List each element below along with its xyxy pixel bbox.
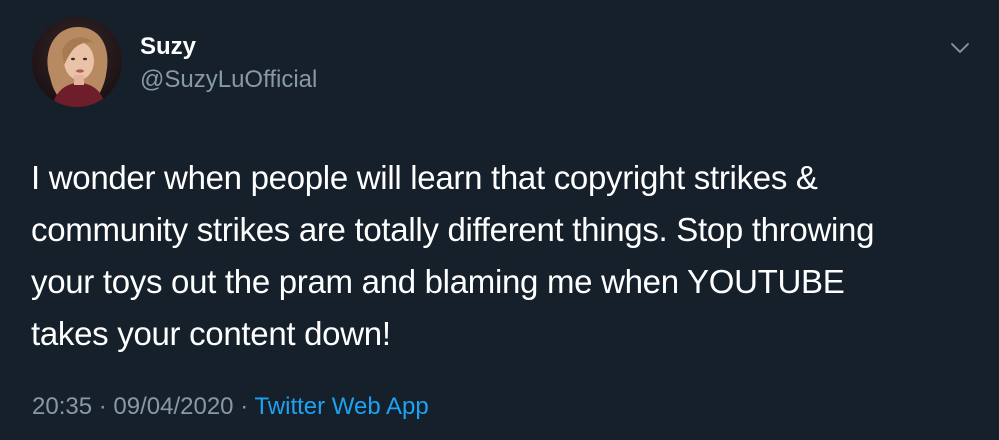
tweet-source-link[interactable]: Twitter Web App (254, 393, 428, 420)
chevron-down-icon (951, 43, 969, 53)
avatar-photo-icon (32, 17, 122, 107)
tweet-options-button[interactable] (948, 36, 972, 60)
tweet-card: Suzy @SuzyLuOfficial I wonder when peopl… (0, 0, 999, 440)
tweet-body-text: I wonder when people will learn that cop… (31, 159, 875, 352)
author-display-name[interactable]: Suzy (140, 33, 196, 61)
author-avatar[interactable] (32, 17, 122, 107)
tweet-time[interactable]: 20:35 (32, 393, 92, 420)
tweet-metadata: 20:35 · 09/04/2020 · Twitter Web App (32, 392, 429, 422)
metadata-separator: · (240, 393, 249, 420)
metadata-separator: · (98, 393, 107, 420)
author-handle[interactable]: @SuzyLuOfficial (140, 66, 317, 94)
tweet-date[interactable]: 09/04/2020 (113, 393, 233, 420)
